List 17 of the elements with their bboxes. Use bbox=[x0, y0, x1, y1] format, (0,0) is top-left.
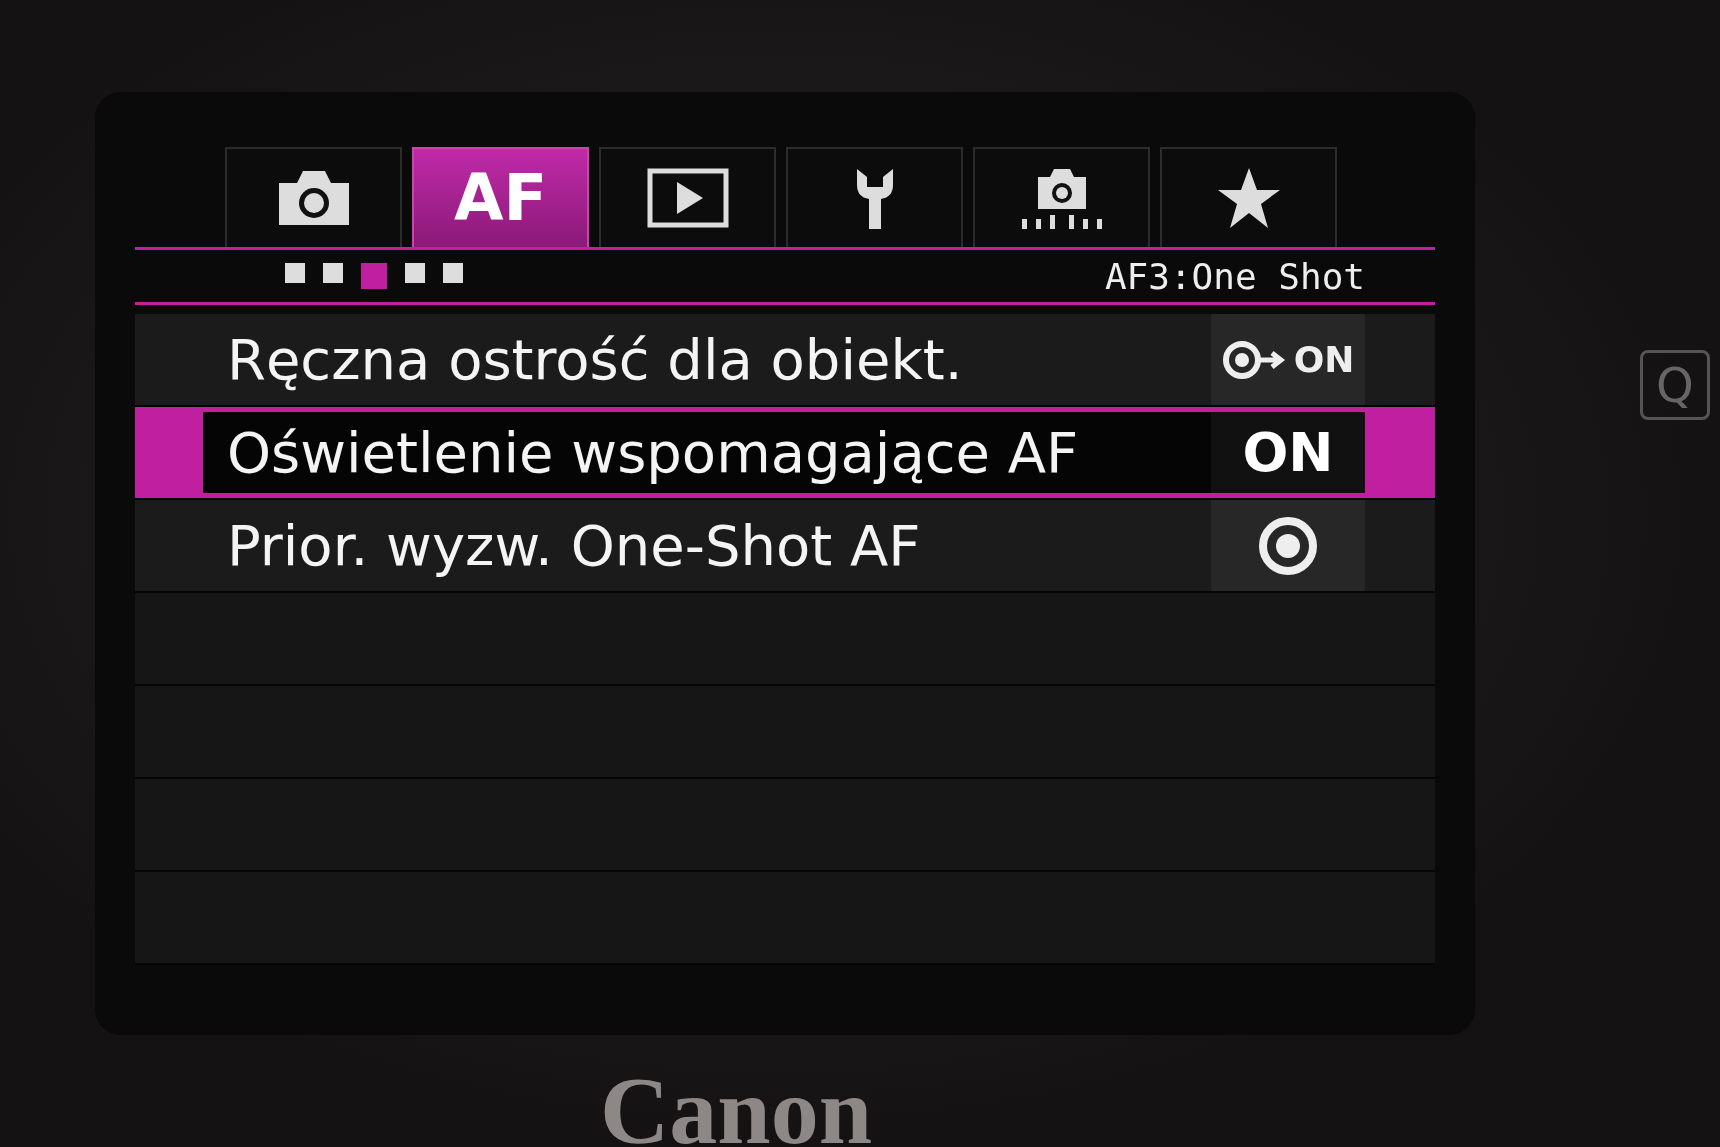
menu-tab[interactable] bbox=[599, 147, 776, 247]
menu-tab[interactable] bbox=[786, 147, 963, 247]
menu-tab[interactable]: AF bbox=[412, 147, 589, 247]
setting-value: ON bbox=[1242, 421, 1334, 484]
menu-item[interactable]: Oświetlenie wspomagające AF ON bbox=[135, 407, 1435, 500]
menu-tab[interactable] bbox=[225, 147, 402, 247]
menu-item-label: Prior. wyzw. One-Shot AF bbox=[227, 513, 922, 578]
menu-item[interactable]: Prior. wyzw. One-Shot AF bbox=[135, 500, 1435, 593]
brand-logo: Canon bbox=[600, 1056, 873, 1147]
menu-tab[interactable] bbox=[1160, 147, 1337, 247]
page-title: AF3:One Shot bbox=[1104, 255, 1365, 297]
play-icon bbox=[646, 168, 729, 228]
menu-item-label: Oświetlenie wspomagające AF bbox=[227, 420, 1080, 485]
setting-value: ON bbox=[1293, 339, 1355, 380]
menu-tab[interactable] bbox=[973, 147, 1150, 247]
menu-item-label: Ręczna ostrość dla obiekt. bbox=[227, 327, 964, 392]
menu-item[interactable]: Ręczna ostrość dla obiekt. ON bbox=[135, 314, 1435, 407]
